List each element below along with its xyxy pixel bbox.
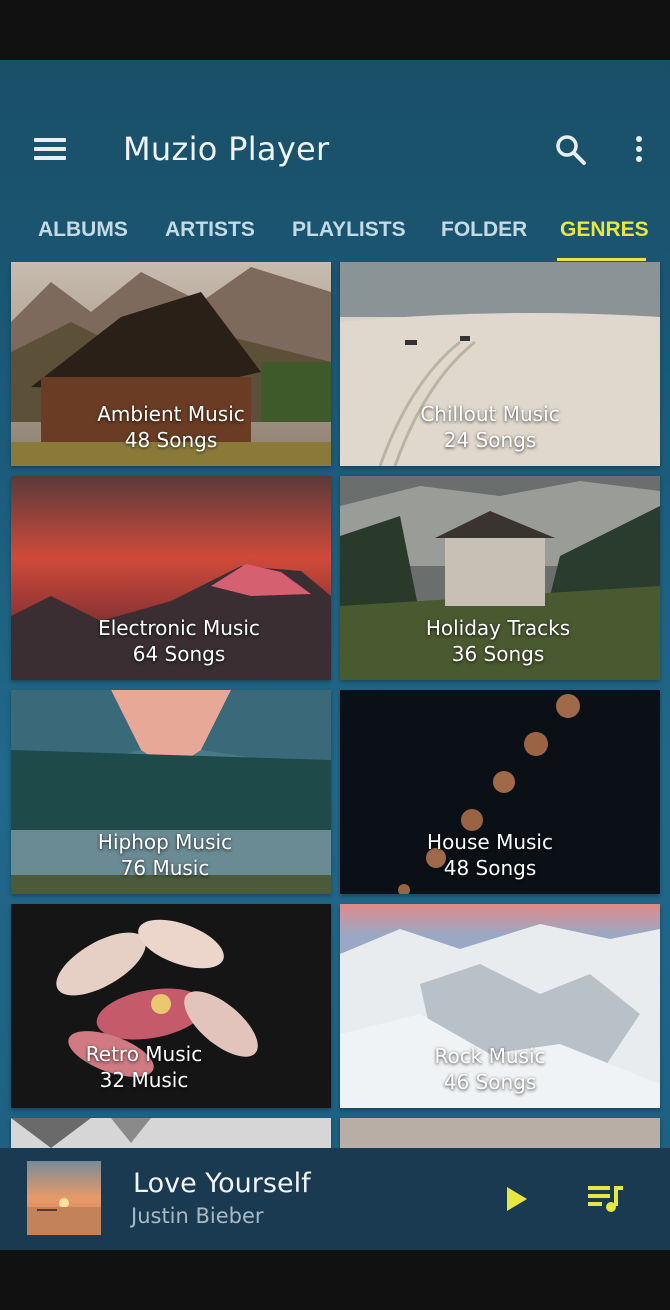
genre-title: Electronic Music (98, 616, 260, 640)
tab-bar: ALBUMS ARTISTS PLAYLISTS FOLDER GENRES (0, 210, 670, 262)
grayscale-image (11, 1118, 331, 1150)
genre-grid: Ambient Music 48 Songs Chillout Music 24… (0, 262, 670, 1150)
album-art (27, 1161, 101, 1235)
genre-card-partial-left[interactable] (11, 1118, 331, 1150)
now-playing-artist: Justin Bieber (131, 1204, 264, 1228)
app-screen: Muzio Player ALBUMS ARTISTS PLAYLISTS FO… (0, 60, 670, 1250)
more-vert-icon[interactable] (630, 136, 648, 166)
tab-genres[interactable]: GENRES (560, 218, 649, 242)
tab-playlists[interactable]: PLAYLISTS (292, 218, 406, 242)
genre-count: 48 Songs (443, 856, 537, 880)
tab-folder[interactable]: FOLDER (441, 218, 527, 242)
genre-count: 48 Songs (124, 428, 218, 452)
genre-title: Retro Music (85, 1042, 203, 1066)
genre-count: 64 Songs (132, 642, 226, 666)
genre-title: Hiphop Music (97, 830, 233, 854)
genre-card-holiday[interactable]: Holiday Tracks 36 Songs (340, 476, 660, 680)
genre-card-electronic[interactable]: Electronic Music 64 Songs (11, 476, 331, 680)
genre-title: Holiday Tracks (425, 616, 571, 640)
play-icon[interactable] (505, 1186, 529, 1212)
genre-card-house[interactable]: House Music 48 Songs (340, 690, 660, 894)
genre-count: 76 Music (120, 856, 210, 880)
genre-count: 32 Music (99, 1068, 189, 1092)
active-tab-indicator (557, 258, 646, 261)
system-nav-bar (0, 1250, 670, 1310)
genre-count: 36 Songs (451, 642, 545, 666)
genre-card-retro[interactable]: Retro Music 32 Music (11, 904, 331, 1108)
app-title: Muzio Player (123, 130, 330, 168)
tab-albums[interactable]: ALBUMS (38, 218, 128, 242)
genre-title: Rock Music (434, 1044, 546, 1068)
genre-card-ambient[interactable]: Ambient Music 48 Songs (11, 262, 331, 466)
genre-card-partial-right[interactable] (340, 1118, 660, 1150)
tab-artists[interactable]: ARTISTS (165, 218, 255, 242)
now-playing-title: Love Yourself (133, 1168, 311, 1199)
genre-count: 46 Songs (443, 1070, 537, 1094)
hamburger-menu-icon[interactable] (34, 138, 66, 162)
genre-title: House Music (427, 830, 553, 854)
search-icon[interactable] (555, 134, 587, 166)
genre-card-chillout[interactable]: Chillout Music 24 Songs (340, 262, 660, 466)
genre-title: Chillout Music (420, 402, 560, 426)
genre-card-rock[interactable]: Rock Music 46 Songs (340, 904, 660, 1108)
mini-player[interactable]: Love Yourself Justin Bieber (0, 1148, 670, 1250)
queue-music-icon[interactable] (588, 1184, 624, 1214)
genre-title: Ambient Music (97, 402, 245, 426)
status-bar (0, 0, 670, 60)
genre-count: 24 Songs (443, 428, 537, 452)
genre-card-hiphop[interactable]: Hiphop Music 76 Music (11, 690, 331, 894)
